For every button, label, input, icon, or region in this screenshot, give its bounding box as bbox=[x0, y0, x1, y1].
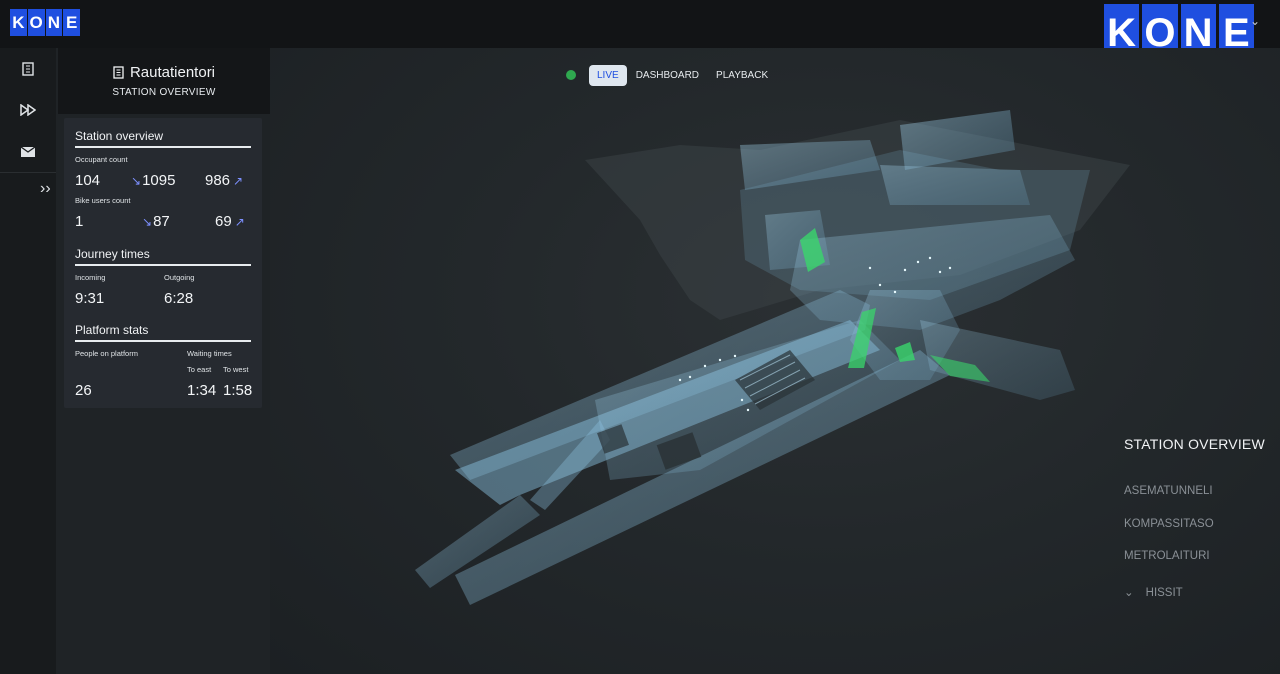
occupant-count-value: 104 bbox=[75, 172, 101, 189]
people-on-platform-value: 26 bbox=[75, 382, 92, 399]
station-overview-heading: Station overview bbox=[75, 129, 164, 143]
heading-underline bbox=[75, 264, 251, 266]
tab-playback[interactable]: PLAYBACK bbox=[708, 65, 776, 86]
arrow-in-icon: ↘ bbox=[142, 215, 153, 229]
tab-live[interactable]: LIVE bbox=[589, 64, 627, 86]
station-title: Rautatientori bbox=[58, 64, 270, 81]
incoming-time: 9:31 bbox=[75, 290, 105, 307]
live-status-icon bbox=[566, 70, 576, 80]
heading-underline bbox=[75, 146, 251, 148]
tab-dashboard[interactable]: DASHBOARD bbox=[636, 65, 699, 86]
people-on-platform-label: People on platform bbox=[75, 349, 138, 358]
kone-logo[interactable]: K O N E bbox=[10, 9, 80, 36]
station-name: Rautatientori bbox=[129, 64, 216, 81]
rail-divider bbox=[0, 172, 56, 173]
level-kompassitaso[interactable]: KOMPASSITASO bbox=[1124, 518, 1214, 530]
stats-panel: Station overview Occupant count 104 ↘109… bbox=[64, 118, 262, 408]
logo-letter: E bbox=[63, 9, 80, 36]
building-nav-button[interactable] bbox=[0, 49, 56, 89]
user-menu-chevron-icon[interactable]: ⌄ bbox=[1250, 14, 1260, 28]
to-west-value: 1:58 bbox=[223, 382, 253, 399]
to-west-label: To west bbox=[223, 365, 249, 374]
logo-letter: O bbox=[27, 9, 45, 36]
expand-chevron-icon[interactable]: ›› bbox=[40, 180, 51, 198]
outgoing-label: Outgoing bbox=[164, 273, 195, 282]
to-east-label: To east bbox=[187, 365, 212, 374]
platform-stats-heading: Platform stats bbox=[75, 323, 149, 337]
level-overview-heading[interactable]: STATION OVERVIEW bbox=[1124, 436, 1265, 452]
occupant-count-label: Occupant count bbox=[75, 155, 128, 164]
level-asematunneli[interactable]: ASEMATUNNELI bbox=[1124, 485, 1213, 497]
station-3d-viewport[interactable] bbox=[270, 48, 1280, 674]
level-hissit[interactable]: ⌄ HISSIT bbox=[1124, 585, 1183, 599]
nav-rail bbox=[0, 48, 56, 674]
bike-outgoing-value: 69 bbox=[215, 213, 232, 230]
bike-incoming: ↘87 bbox=[142, 213, 170, 230]
bike-users-label: Bike users count bbox=[75, 196, 131, 205]
incoming-label: Incoming bbox=[75, 273, 106, 282]
to-east-value: 1:34 bbox=[187, 382, 217, 399]
occupant-incoming: ↘1095 bbox=[131, 172, 175, 189]
journey-times-heading: Journey times bbox=[75, 247, 150, 261]
top-bar: K O N E bbox=[0, 0, 1280, 48]
bike-incoming-value: 87 bbox=[153, 213, 170, 230]
fast-forward-icon bbox=[20, 104, 36, 116]
logo-letter: K bbox=[10, 9, 27, 36]
arrow-in-icon: ↘ bbox=[131, 174, 142, 188]
level-navigation: STATION OVERVIEW ASEMATUNNELI KOMPASSITA… bbox=[1124, 436, 1265, 599]
mode-switch: LIVE DASHBOARD PLAYBACK bbox=[566, 63, 776, 87]
outgoing-time: 6:28 bbox=[164, 290, 194, 307]
mail-icon bbox=[21, 147, 35, 157]
logo-letter: N bbox=[45, 9, 63, 36]
station-header: Rautatientori STATION OVERVIEW bbox=[58, 48, 270, 114]
messages-nav-button[interactable] bbox=[0, 132, 56, 172]
arrow-out-icon: ↗ bbox=[233, 174, 244, 188]
heading-underline bbox=[75, 340, 251, 342]
occupant-outgoing: 986 ↗ bbox=[205, 172, 243, 189]
bike-users-value: 1 bbox=[75, 213, 84, 230]
bike-outgoing: 69 ↗ bbox=[215, 213, 245, 230]
waiting-times-label: Waiting times bbox=[187, 349, 232, 358]
occupant-incoming-value: 1095 bbox=[142, 172, 176, 189]
station-3d-model[interactable] bbox=[270, 48, 1280, 674]
building-icon bbox=[22, 62, 34, 76]
occupant-outgoing-value: 986 bbox=[205, 172, 231, 189]
level-hissit-label: HISSIT bbox=[1145, 587, 1183, 599]
station-subtitle: STATION OVERVIEW bbox=[112, 87, 216, 98]
arrow-out-icon: ↗ bbox=[234, 215, 245, 229]
level-metrolaituri[interactable]: METROLAITURI bbox=[1124, 550, 1210, 562]
chevron-down-icon: ⌄ bbox=[1124, 587, 1134, 599]
playback-nav-button[interactable] bbox=[0, 90, 56, 130]
building-icon bbox=[113, 66, 124, 79]
